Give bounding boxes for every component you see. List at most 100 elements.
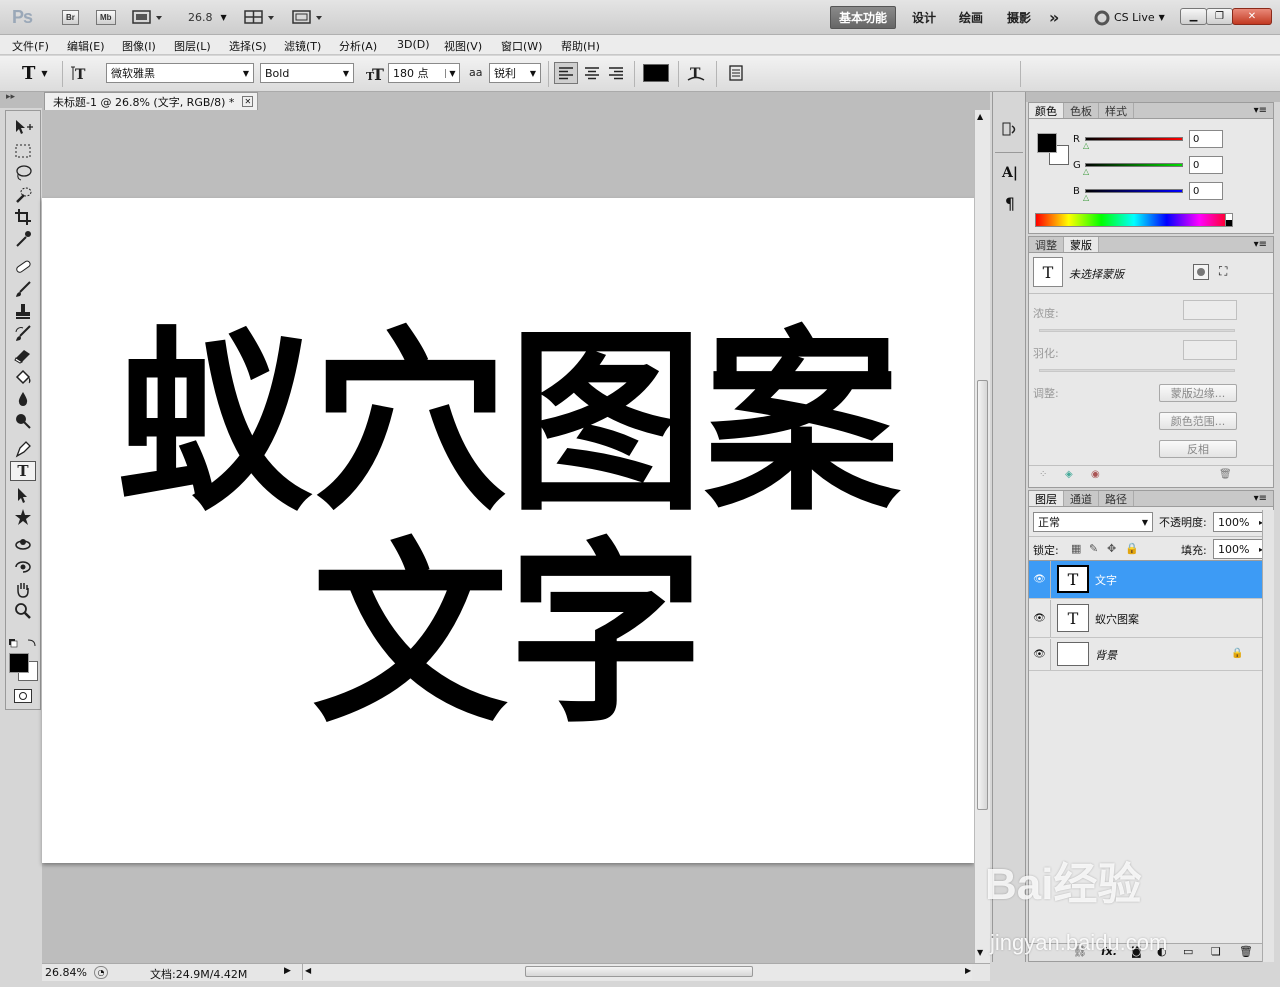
green-value-input[interactable]: 0 — [1189, 156, 1223, 174]
3d-rotate-tool[interactable] — [10, 535, 36, 555]
scroll-left-icon[interactable]: ◀ — [305, 966, 311, 975]
delete-layer-icon[interactable]: 🗑 — [1239, 945, 1253, 958]
vertical-scroll-thumb[interactable] — [977, 380, 988, 810]
menu-view[interactable]: 视图(V) — [444, 38, 482, 54]
horizontal-scroll-thumb[interactable] — [525, 966, 753, 977]
history-brush-tool[interactable] — [10, 323, 36, 343]
healing-brush-tool[interactable] — [10, 257, 36, 277]
apply-mask-icon[interactable]: ◈ — [1065, 469, 1073, 480]
workspace-essentials-button[interactable]: 基本功能 — [830, 6, 897, 29]
layers-scrollbar[interactable] — [1262, 510, 1274, 962]
fill-input[interactable]: 100% ▸ — [1213, 539, 1269, 559]
marquee-tool[interactable] — [10, 141, 36, 161]
eyedropper-tool[interactable] — [10, 229, 36, 249]
quick-selection-tool[interactable] — [10, 185, 36, 205]
bridge-button[interactable]: Br — [62, 10, 79, 25]
tool-preset-picker[interactable]: T ▼ — [22, 63, 48, 84]
menu-filter[interactable]: 滤镜(T) — [284, 38, 321, 54]
menu-3d[interactable]: 3D(D) — [397, 38, 430, 51]
blue-slider[interactable] — [1085, 189, 1183, 193]
image-canvas[interactable]: 蚁穴图案 文字 — [42, 198, 974, 863]
screen-mode-button[interactable] — [292, 9, 326, 26]
lock-image-icon[interactable]: ✎ — [1089, 542, 1098, 555]
delete-mask-icon[interactable]: 🗑 — [1219, 469, 1232, 480]
crop-tool[interactable] — [10, 207, 36, 227]
zoom-level-select[interactable]: 26.8 ▼ — [188, 9, 227, 26]
brush-tool[interactable] — [10, 279, 36, 299]
vertical-scrollbar[interactable]: ▲ ▼ — [974, 110, 990, 964]
tab-color[interactable]: 颜色 — [1029, 103, 1064, 118]
text-color-swatch[interactable] — [643, 64, 669, 82]
lock-all-icon[interactable]: 🔒 — [1125, 542, 1139, 555]
menu-file[interactable]: 文件(F) — [12, 38, 49, 54]
paragraph-panel-button[interactable]: ¶ — [999, 192, 1021, 214]
align-left-button[interactable] — [554, 62, 578, 84]
feather-slider[interactable] — [1039, 369, 1235, 372]
density-slider[interactable] — [1039, 329, 1235, 332]
mini-bridge-button[interactable]: Mb — [96, 10, 116, 25]
menu-analysis[interactable]: 分析(A) — [339, 38, 377, 54]
menu-image[interactable]: 图像(I) — [122, 38, 156, 54]
panel-menu-icon[interactable]: ▾≡ — [1254, 103, 1273, 118]
custom-shape-tool[interactable] — [10, 507, 36, 527]
horizontal-scrollbar[interactable]: ◀ ▶ — [302, 964, 972, 980]
layer-row-text[interactable]: 👁 T 文字 — [1029, 561, 1273, 599]
font-family-select[interactable]: 微软雅黑 ▼ — [106, 63, 254, 83]
lock-transparent-icon[interactable]: ▦ — [1071, 542, 1081, 555]
character-panel-button[interactable]: A| — [999, 162, 1021, 184]
blend-mode-select[interactable]: 正常 ▼ — [1033, 512, 1153, 532]
new-group-icon[interactable]: ▭ — [1183, 945, 1193, 958]
workspace-design-button[interactable]: 设计 — [904, 6, 944, 29]
tab-swatches[interactable]: 色板 — [1064, 103, 1099, 118]
clone-stamp-tool[interactable] — [10, 301, 36, 321]
layer-row-pattern[interactable]: 👁 T 蚁穴图案 — [1029, 600, 1273, 638]
load-selection-icon[interactable]: ⁘ — [1039, 469, 1047, 480]
foreground-color-swatch[interactable] — [9, 653, 29, 673]
panel-menu-icon[interactable]: ▾≡ — [1254, 491, 1273, 506]
arrange-documents-button[interactable] — [244, 9, 278, 26]
color-spectrum-bar[interactable] — [1035, 213, 1233, 227]
warp-text-button[interactable]: T — [684, 62, 708, 84]
mask-edge-button[interactable]: 蒙版边缘... — [1159, 384, 1237, 402]
density-input[interactable] — [1183, 300, 1237, 320]
tab-adjustments[interactable]: 调整 — [1029, 237, 1064, 252]
slider-handle-icon[interactable]: △ — [1083, 193, 1089, 202]
foreground-color-box[interactable] — [1037, 133, 1057, 153]
minimize-button[interactable]: ▁ — [1180, 8, 1207, 25]
tab-paths[interactable]: 路径 — [1099, 491, 1134, 506]
invert-button[interactable]: 反相 — [1159, 440, 1237, 458]
menu-window[interactable]: 窗口(W) — [501, 38, 542, 54]
tab-styles[interactable]: 样式 — [1099, 103, 1134, 118]
lock-position-icon[interactable]: ✥ — [1107, 542, 1116, 555]
visibility-eye-icon[interactable]: 👁 — [1029, 600, 1051, 637]
default-colors-button[interactable] — [8, 637, 38, 648]
move-tool[interactable] — [10, 117, 36, 137]
new-layer-icon[interactable]: ❏ — [1211, 945, 1221, 958]
tab-masks[interactable]: 蒙版 — [1064, 237, 1099, 252]
opacity-input[interactable]: 100% ▸ — [1213, 512, 1269, 532]
visibility-eye-icon[interactable]: 👁 — [1029, 639, 1051, 670]
align-right-button[interactable] — [604, 62, 628, 84]
menu-help[interactable]: 帮助(H) — [561, 38, 600, 54]
font-style-select[interactable]: Bold ▼ — [260, 63, 354, 83]
toggle-text-orientation-button[interactable]: T — [70, 63, 90, 83]
character-paragraph-panel-button[interactable] — [724, 62, 748, 84]
scroll-up-icon[interactable]: ▲ — [977, 112, 983, 121]
layer-row-background[interactable]: 👁 背景 🔒 — [1029, 639, 1273, 671]
eraser-tool[interactable] — [10, 345, 36, 365]
quick-mask-button[interactable] — [14, 689, 32, 703]
more-workspaces-button[interactable]: » — [1041, 6, 1067, 29]
document-tab[interactable]: 未标题-1 @ 26.8% (文字, RGB/8) * ✕ — [44, 92, 258, 110]
restore-button[interactable]: ❐ — [1206, 8, 1233, 25]
lasso-tool[interactable] — [10, 163, 36, 183]
close-document-icon[interactable]: ✕ — [242, 96, 254, 107]
collapse-icon[interactable]: ▸▸ — [6, 92, 15, 102]
hand-tool[interactable] — [10, 579, 36, 599]
menu-select[interactable]: 选择(S) — [229, 38, 267, 54]
color-range-button[interactable]: 颜色范围... — [1159, 412, 1237, 430]
status-menu-icon[interactable]: ▶ — [284, 966, 291, 976]
slider-handle-icon[interactable]: △ — [1083, 141, 1089, 150]
scroll-down-icon[interactable]: ▼ — [977, 948, 983, 957]
black-white-ramp[interactable] — [1225, 213, 1233, 227]
blur-tool[interactable] — [10, 389, 36, 409]
